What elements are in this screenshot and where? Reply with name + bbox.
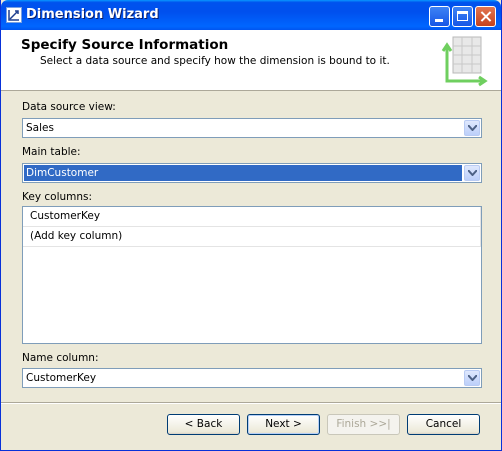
key-columns-grid[interactable]: CustomerKey (Add key column) [22, 206, 482, 344]
name-column-value: CustomerKey [26, 372, 97, 384]
add-key-column-row[interactable]: (Add key column) [23, 227, 481, 247]
name-column-label: Name column: [22, 352, 99, 364]
main-table-value: DimCustomer [24, 165, 462, 181]
add-key-column-cell: (Add key column) [30, 230, 123, 242]
page-subtitle: Select a data source and specify how the… [40, 55, 390, 67]
name-column-select[interactable]: CustomerKey [22, 368, 482, 388]
cancel-button[interactable]: Cancel [407, 414, 480, 435]
next-button[interactable]: Next > [247, 414, 320, 435]
page-title: Specify Source Information [21, 37, 229, 53]
footer-divider [1, 402, 501, 404]
wizard-header: Specify Source Information Select a data… [1, 30, 501, 91]
main-table-select[interactable]: DimCustomer [22, 163, 482, 183]
row-separator [480, 227, 481, 247]
key-columns-label: Key columns: [22, 191, 93, 203]
chevron-down-icon[interactable] [464, 120, 480, 136]
key-column-cell: CustomerKey [30, 210, 101, 222]
window-title: Dimension Wizard [26, 7, 159, 22]
wizard-app-icon [6, 7, 22, 23]
back-button[interactable]: < Back [167, 414, 240, 435]
chevron-down-icon[interactable] [464, 370, 480, 386]
key-column-row[interactable]: CustomerKey [23, 207, 481, 227]
dimension-cube-icon [441, 36, 488, 87]
title-bar[interactable]: Dimension Wizard [1, 0, 501, 30]
row-separator [480, 207, 481, 227]
minimize-button[interactable] [429, 6, 450, 27]
finish-button[interactable]: Finish >>| [327, 414, 400, 435]
close-button[interactable] [475, 6, 496, 27]
data-source-view-value: Sales [26, 122, 54, 134]
chevron-down-icon[interactable] [464, 165, 480, 181]
maximize-button[interactable] [452, 6, 473, 27]
data-source-view-select[interactable]: Sales [22, 118, 482, 138]
dimension-wizard-window: Dimension Wizard Specify Source Informat… [0, 0, 502, 451]
data-source-view-label: Data source view: [22, 101, 116, 113]
main-table-label: Main table: [22, 146, 81, 158]
